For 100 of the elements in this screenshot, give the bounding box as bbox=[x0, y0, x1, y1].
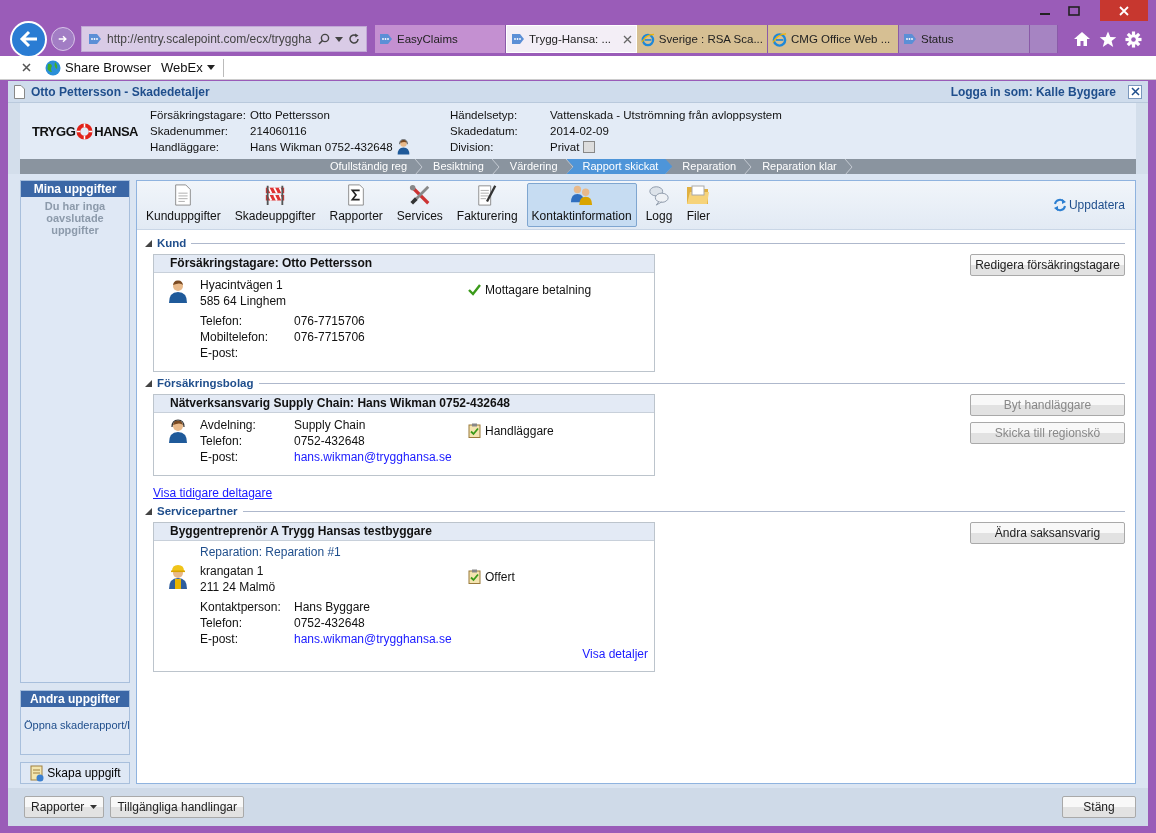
document-pen-icon bbox=[476, 184, 499, 206]
field-label: Telefon: bbox=[200, 313, 244, 329]
back-arrow-icon bbox=[18, 30, 39, 48]
toolbar-tab[interactable]: Filer bbox=[681, 183, 716, 227]
browser-tab[interactable]: EasyClaims bbox=[375, 25, 506, 53]
field-value: Hans Wikman 0752-432648 bbox=[250, 141, 393, 153]
field-label: Händelsetyp: bbox=[450, 109, 519, 121]
field-label: Skadenummer: bbox=[150, 125, 229, 137]
dropdown-button[interactable]: Rapporter bbox=[24, 796, 105, 818]
field-label: Kontaktperson: bbox=[200, 599, 282, 615]
toolbar-tab[interactable]: Services bbox=[391, 183, 448, 227]
favorites-item[interactable]: Share Browser bbox=[43, 59, 153, 76]
settings-icon[interactable] bbox=[1125, 30, 1142, 48]
browser-e-icon bbox=[772, 31, 787, 47]
browser-tab[interactable]: Status bbox=[899, 25, 1030, 53]
field-label: Skadedatum: bbox=[450, 125, 519, 137]
page-icon bbox=[379, 33, 393, 45]
toolbar-tab[interactable]: Rapporter bbox=[324, 183, 388, 227]
page-icon bbox=[511, 33, 525, 45]
favorites-item[interactable]: WebEx bbox=[159, 60, 217, 75]
logo-text: TRYGG bbox=[32, 123, 76, 139]
section-title: Försäkringsbolag bbox=[157, 377, 254, 389]
panel-header: Mina uppgifter bbox=[21, 181, 129, 197]
dropdown-caret-icon[interactable] bbox=[335, 36, 343, 42]
previous-participants-link[interactable]: Visa tidigare deltagare bbox=[153, 486, 273, 500]
progress-step: Reparation klar bbox=[752, 159, 845, 174]
collapse-icon[interactable] bbox=[145, 379, 152, 387]
field-value: Otto Pettersson bbox=[250, 109, 330, 121]
back-button[interactable] bbox=[10, 20, 47, 58]
close-button[interactable] bbox=[1128, 84, 1142, 99]
open-report-link[interactable]: Öppna skaderapport/l bbox=[21, 707, 129, 731]
forward-button[interactable] bbox=[51, 27, 75, 51]
card-heading: Byggentreprenör A Trygg Hansas testbyggare bbox=[154, 523, 654, 541]
collapse-icon[interactable] bbox=[145, 507, 152, 515]
document-icon bbox=[173, 184, 194, 206]
email-link[interactable]: hans.wikman@trygghansa.se bbox=[294, 631, 452, 647]
toolbar-tab[interactable]: Skadeuppgifter bbox=[229, 183, 321, 227]
toolbar-tab[interactable]: Logg bbox=[640, 183, 678, 227]
chevron-icon bbox=[744, 158, 753, 175]
field-label: Mobiltelefon: bbox=[200, 329, 270, 345]
field-label: E-post: bbox=[200, 345, 239, 361]
toolbar-tab[interactable]: Fakturering bbox=[451, 183, 523, 227]
collapse-icon[interactable] bbox=[145, 239, 152, 247]
star-icon[interactable] bbox=[1099, 30, 1117, 48]
people-icon bbox=[568, 184, 595, 206]
maximize-icon[interactable] bbox=[1068, 6, 1080, 16]
page-icon bbox=[903, 33, 917, 45]
close-icon[interactable] bbox=[22, 63, 31, 72]
field-label: Handläggare: bbox=[150, 141, 221, 153]
field-value: 0752-432648 bbox=[294, 615, 365, 631]
headset-person-icon bbox=[396, 139, 410, 155]
field-label: Försäkringstagare: bbox=[150, 109, 246, 121]
person-icon bbox=[168, 279, 188, 303]
browser-tab[interactable]: CMG Office Web ... bbox=[768, 25, 899, 53]
search-icon[interactable] bbox=[318, 33, 330, 45]
address-line: krangatan 1 bbox=[200, 563, 265, 579]
checkmark-icon bbox=[468, 284, 481, 296]
action-button[interactable]: Redigera försäkringstagare bbox=[970, 254, 1125, 276]
refresh-icon[interactable] bbox=[348, 33, 360, 45]
clipboard-icon bbox=[468, 569, 481, 584]
forward-arrow-icon bbox=[58, 33, 68, 45]
card-subtitle: Reparation: Reparation #1 bbox=[199, 544, 342, 559]
lifebuoy-icon bbox=[76, 122, 94, 140]
progress-step: Reparation bbox=[672, 159, 745, 174]
login-info: Logga in som: Kalle Byggare bbox=[950, 84, 1116, 99]
details-link[interactable]: Visa detaljer bbox=[582, 647, 648, 661]
clipboard-icon bbox=[468, 423, 481, 438]
page-title: Otto Pettersson - Skadedetaljer bbox=[31, 84, 210, 99]
field-value: Supply Chain bbox=[294, 417, 366, 433]
checkbox[interactable] bbox=[583, 141, 596, 153]
field-label: Avdelning: bbox=[200, 417, 257, 433]
progress-step: Ofullständig reg bbox=[320, 159, 416, 174]
logo-text: HANSA bbox=[94, 123, 138, 139]
browser-tab[interactable]: Sverige : RSA Sca... bbox=[637, 25, 768, 53]
home-icon[interactable] bbox=[1073, 31, 1091, 47]
chevron-icon bbox=[415, 158, 424, 175]
close-tab-icon[interactable] bbox=[623, 34, 632, 44]
close-window-button[interactable] bbox=[1100, 0, 1148, 21]
address-line: 211 24 Malmö bbox=[200, 579, 277, 595]
field-label: E-post: bbox=[200, 449, 239, 465]
toolbar-tab[interactable]: Kontaktinformation bbox=[526, 183, 637, 227]
close-button[interactable]: Stäng bbox=[1062, 796, 1136, 818]
browser-tab[interactable]: Trygg-Hansa: ... bbox=[506, 25, 637, 53]
section-title: Kund bbox=[157, 237, 187, 249]
card-heading: Försäkringstagare: Otto Pettersson bbox=[154, 255, 654, 273]
field-value: 076-7715706 bbox=[294, 329, 365, 345]
field-label: Division: bbox=[450, 141, 495, 153]
address-field[interactable]: http://entry.scalepoint.com/ecx/tryggha bbox=[81, 26, 367, 52]
empty-message: Du har inga oavslutade uppgifter bbox=[43, 199, 107, 238]
create-task-button[interactable]: Skapa uppgift bbox=[20, 762, 130, 784]
email-link[interactable]: hans.wikman@trygghansa.se bbox=[294, 449, 452, 465]
refresh-icon bbox=[1052, 198, 1067, 212]
refresh-button[interactable]: Uppdatera bbox=[1046, 197, 1131, 213]
field-value: 214060116 bbox=[250, 125, 307, 137]
footer-button[interactable]: Tillgängliga handlingar bbox=[110, 796, 244, 818]
page-icon bbox=[88, 33, 102, 45]
toolbar-tab[interactable]: Kunduppgifter bbox=[141, 183, 226, 227]
field-value: Vattenskada - Utströmning från avloppsystem bbox=[550, 109, 782, 121]
role-label: Offert bbox=[485, 569, 515, 584]
action-button[interactable]: Ändra saksansvarig bbox=[970, 522, 1125, 544]
